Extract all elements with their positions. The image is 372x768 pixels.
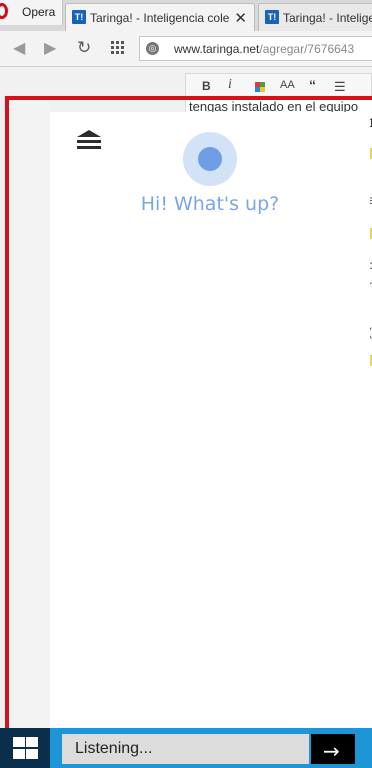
opera-menu-button[interactable]: Opera bbox=[0, 0, 63, 25]
tab-title: Taringa! - Intelige bbox=[283, 11, 372, 25]
taringa-favicon-icon: T! bbox=[265, 10, 279, 24]
grid-icon[interactable] bbox=[111, 41, 124, 54]
address-host: www.taringa.net bbox=[174, 42, 260, 56]
tab-taringa-1[interactable]: T! Taringa! - Inteligencia cole ✕ bbox=[65, 3, 255, 31]
bold-button[interactable]: B bbox=[202, 79, 211, 93]
submit-button[interactable]: → bbox=[311, 734, 355, 764]
taringa-favicon-icon: T! bbox=[72, 10, 86, 24]
arrow-left-icon[interactable]: ◀ bbox=[13, 38, 25, 58]
address-url: www.taringa.net/agregar/7676643 bbox=[174, 42, 354, 56]
opera-menu-label: Opera bbox=[22, 5, 56, 19]
list-button[interactable]: ☰ bbox=[334, 79, 346, 95]
start-button[interactable] bbox=[0, 728, 50, 768]
address-bar[interactable]: ◎ www.taringa.net/agregar/7676643 bbox=[139, 36, 372, 61]
tab-taringa-2[interactable]: T! Taringa! - Intelige bbox=[258, 3, 372, 31]
search-status-text: Listening... bbox=[75, 740, 153, 757]
taskbar: Listening... → bbox=[0, 728, 372, 768]
globe-icon[interactable]: ◎ bbox=[146, 42, 159, 55]
font-size-button[interactable]: AA bbox=[280, 79, 295, 91]
quote-button[interactable]: “ bbox=[309, 77, 316, 93]
tab-strip: Opera T! Taringa! - Inteligencia cole ✕ … bbox=[0, 0, 372, 31]
arrow-right-icon[interactable]: ▶ bbox=[44, 38, 56, 58]
color-picker-icon[interactable] bbox=[255, 82, 265, 92]
arrow-right-icon: → bbox=[323, 739, 340, 763]
reload-icon[interactable]: ↻ bbox=[77, 38, 91, 58]
highlight-frame bbox=[5, 96, 372, 736]
opera-logo-icon bbox=[0, 3, 8, 19]
tab-title: Taringa! - Inteligencia cole bbox=[90, 11, 230, 25]
navigation-bar: ◀ ▶ ↻ ◎ www.taringa.net/agregar/7676643 bbox=[0, 31, 372, 67]
italic-button[interactable]: i bbox=[228, 77, 232, 93]
cortana-search-box[interactable]: Listening... bbox=[62, 734, 309, 764]
address-path: /agregar/7676643 bbox=[259, 42, 355, 56]
windows-logo-icon bbox=[13, 737, 38, 759]
close-tab-icon[interactable]: ✕ bbox=[230, 9, 247, 27]
